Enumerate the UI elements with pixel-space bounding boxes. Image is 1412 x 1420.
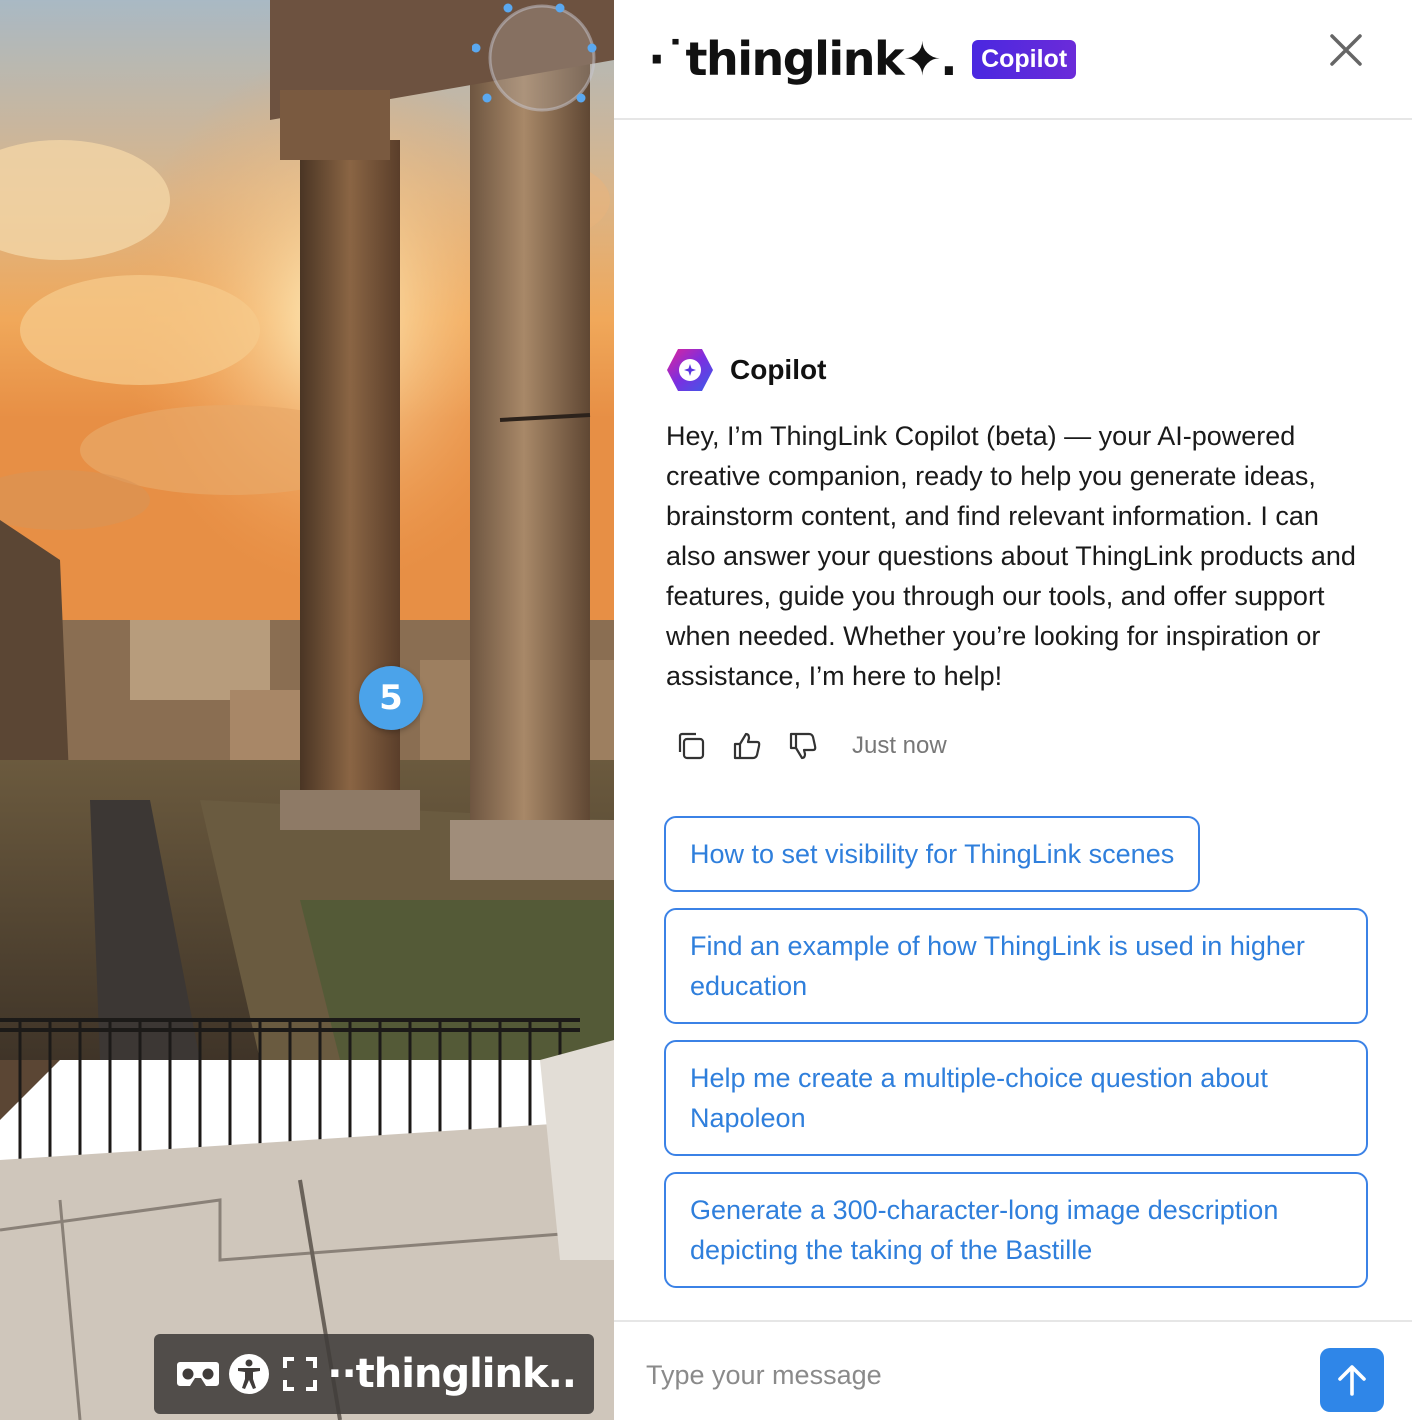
thumbs-up-button[interactable] (732, 726, 788, 766)
fullscreen-button[interactable] (274, 1334, 325, 1414)
suggestion-list: How to set visibility for ThingLink scen… (664, 816, 1368, 1304)
thumbs-down-button[interactable] (788, 726, 844, 766)
message-author: Copilot (730, 354, 827, 385)
thumbs-up-icon (733, 732, 761, 760)
copilot-message: Copilot Hey, I’m ThingLink Copilot (beta… (666, 348, 1376, 766)
hotspot-loader-ring[interactable] (472, 0, 602, 124)
close-button[interactable] (1326, 30, 1366, 70)
copy-button[interactable] (676, 726, 732, 766)
thinglink-brand-logo: ·˙thinglink✦. (648, 32, 958, 86)
suggestion-higher-education[interactable]: Find an example of how ThingLink is used… (664, 908, 1368, 1024)
vr-mode-button[interactable] (172, 1334, 223, 1414)
suggestion-napoleon-quiz[interactable]: Help me create a multiple-choice questio… (664, 1040, 1368, 1156)
send-button[interactable] (1320, 1348, 1384, 1412)
send-arrow-icon (1338, 1365, 1366, 1396)
copy-icon (678, 732, 705, 760)
thumbs-down-icon (789, 732, 817, 760)
panel-header: ·˙thinglink✦. Copilot (614, 0, 1412, 120)
message-composer (614, 1320, 1412, 1420)
message-text: Hey, I’m ThingLink Copilot (beta) — your… (666, 421, 1356, 691)
message-actions: Just now (666, 726, 1376, 766)
viewer-toolbar: ··thinglink.. (154, 1334, 594, 1414)
scene-image (0, 0, 614, 1420)
scene-viewer[interactable]: 5 ··thinglink.. (0, 0, 614, 1420)
message-input[interactable] (646, 1350, 1286, 1400)
suggestion-visibility[interactable]: How to set visibility for ThingLink scen… (664, 816, 1201, 892)
copilot-panel: ·˙thinglink✦. Copilot Copilot Hey, I’m T… (614, 0, 1412, 1420)
accessibility-icon (228, 1354, 269, 1394)
message-timestamp: Just now (852, 732, 947, 759)
hotspot-5[interactable]: 5 (359, 666, 423, 730)
accessibility-button[interactable] (223, 1334, 274, 1414)
thinglink-logo[interactable]: ··thinglink.. (327, 1351, 577, 1397)
suggestion-bastille-description[interactable]: Generate a 300-character-long image desc… (664, 1172, 1368, 1288)
close-icon (1330, 34, 1362, 66)
message-header: Copilot (666, 348, 1376, 392)
copilot-badge: Copilot (972, 39, 1077, 79)
fullscreen-icon (282, 1357, 317, 1391)
vr-headset-icon (176, 1362, 219, 1386)
copilot-hexagon-icon (667, 349, 713, 391)
